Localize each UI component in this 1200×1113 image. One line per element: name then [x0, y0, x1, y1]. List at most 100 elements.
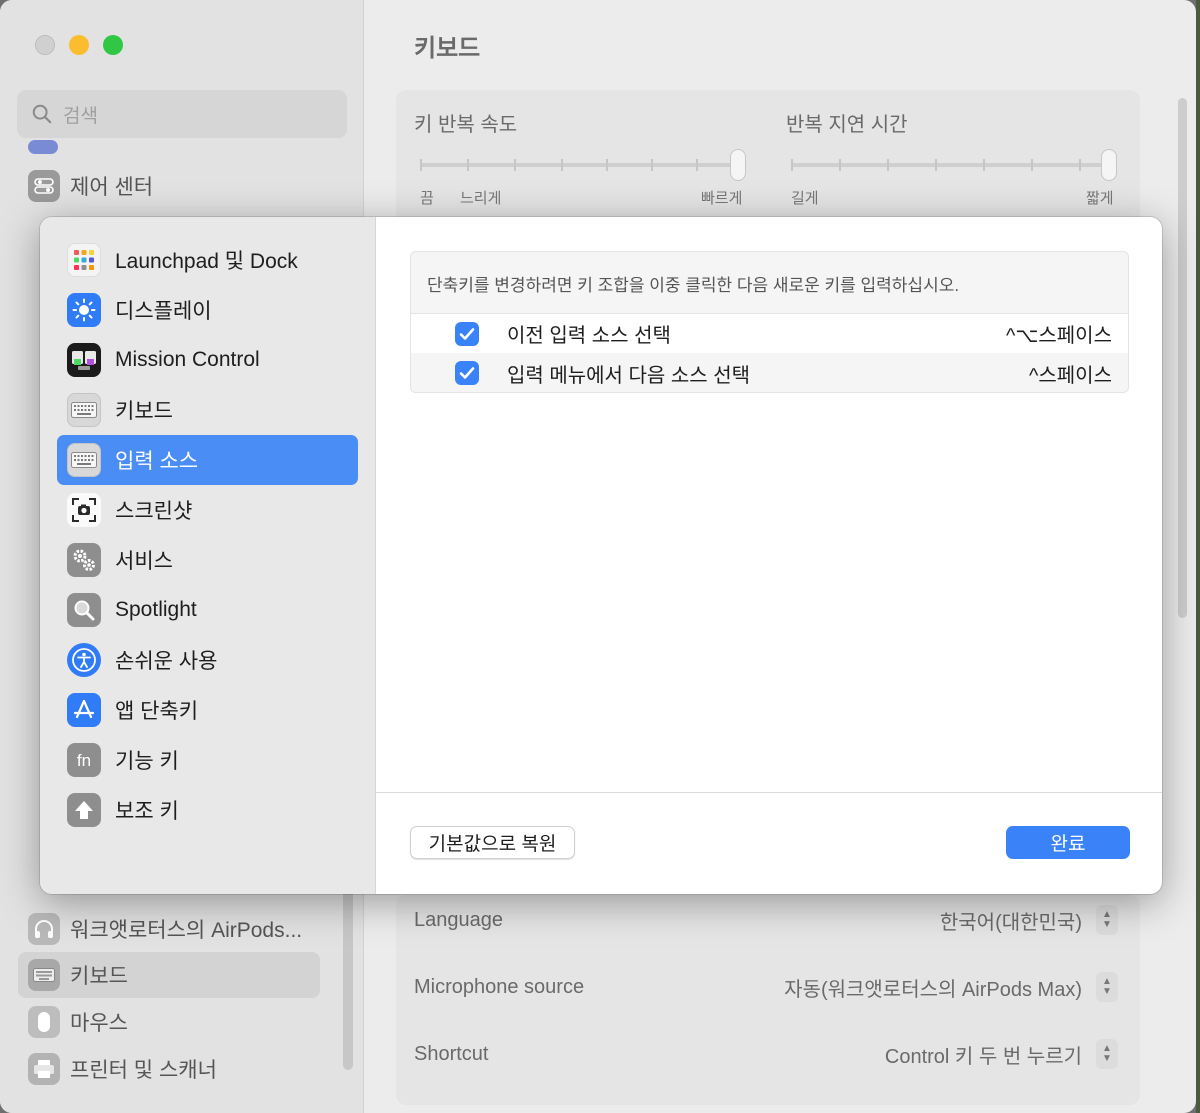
- keyboard-icon: [67, 393, 101, 427]
- sidebar-item-keyboard[interactable]: 키보드: [18, 952, 320, 998]
- search-placeholder: 검색: [63, 105, 98, 127]
- key-repeat-card: 키 반복 속도 반복 지연 시간 끔 느리게 빠르게 길게 짧게: [396, 90, 1140, 230]
- row-value: Control 키 두 번 누르기: [884, 1045, 1082, 1068]
- category-label: 디스플레이: [115, 300, 212, 323]
- shortcut-table: 단축키를 변경하려면 키 조합을 이중 클릭한 다음 새로운 키를 입력하십시오…: [410, 251, 1129, 393]
- window-controls: [35, 35, 123, 55]
- category-label: Mission Control: [115, 348, 260, 371]
- shortcut-category-list: Launchpad 및 Dock 디스플레이 Mission Control 키…: [40, 217, 376, 894]
- category-keyboard[interactable]: 키보드: [57, 385, 358, 435]
- sidebar-item-control-center[interactable]: 제어 센터: [18, 163, 320, 209]
- row-label: Language: [414, 908, 503, 931]
- scale-label: 짧게: [1086, 190, 1114, 207]
- category-label: 서비스: [115, 550, 173, 573]
- app-store-icon: [67, 693, 101, 727]
- input-sources-icon: [67, 443, 101, 477]
- language-row[interactable]: Language 한국어(대한민국) ▲ ▼: [414, 895, 1118, 945]
- row-value: 자동(워크앳로터스의 AirPods Max): [784, 978, 1082, 1001]
- microphone-source-row[interactable]: Microphone source 자동(워크앳로터스의 AirPods Max…: [414, 962, 1118, 1012]
- checkmark-icon: [459, 367, 475, 379]
- shortcut-row[interactable]: Shortcut Control 키 두 번 누르기 ▲ ▼: [414, 1029, 1118, 1079]
- services-icon: [67, 543, 101, 577]
- desktop-edge: [1196, 0, 1200, 1113]
- popup-stepper-icon[interactable]: ▲ ▼: [1096, 1039, 1118, 1069]
- category-label: Launchpad 및 Dock: [115, 250, 298, 273]
- row-value: 한국어(대한민국): [939, 911, 1082, 934]
- repeat-delay-label: 반복 지연 시간: [786, 114, 908, 136]
- accessibility-icon: [67, 643, 101, 677]
- category-label: 스크린샷: [115, 500, 193, 523]
- category-label: 키보드: [115, 400, 173, 423]
- key-repeat-label: 키 반복 속도: [414, 114, 518, 136]
- shortcut-keys[interactable]: ^⌥스페이스: [1006, 319, 1112, 348]
- shortcut-detail-pane: 단축키를 변경하려면 키 조합을 이중 클릭한 다음 새로운 키를 입력하십시오…: [376, 217, 1162, 894]
- headphones-icon: [28, 913, 60, 945]
- zoom-window-button[interactable]: [103, 35, 123, 55]
- sidebar-item-mouse[interactable]: 마우스: [18, 999, 320, 1045]
- sidebar-item-label: 워크앳로터스의 AirPods...: [70, 919, 303, 942]
- svg-text:fn: fn: [77, 751, 91, 770]
- sidebar-item-label: 키보드: [70, 965, 128, 988]
- dictation-settings: Language 한국어(대한민국) ▲ ▼ Microphone source 자…: [396, 895, 1140, 1105]
- category-modifier-keys[interactable]: 보조 키: [57, 785, 358, 835]
- category-label: Spotlight: [115, 598, 197, 621]
- category-mission-control[interactable]: Mission Control: [57, 335, 358, 385]
- scale-label: 끔: [420, 190, 434, 207]
- scale-label: 느리게: [460, 190, 502, 207]
- sidebar-item-label: 마우스: [70, 1012, 128, 1035]
- category-services[interactable]: 서비스: [57, 535, 358, 585]
- category-launchpad-dock[interactable]: Launchpad 및 Dock: [57, 235, 358, 285]
- close-window-button[interactable]: [35, 35, 55, 55]
- category-function-keys[interactable]: fn 기능 키: [57, 735, 358, 785]
- search-field[interactable]: 검색: [17, 90, 347, 138]
- launchpad-icon: [67, 243, 101, 277]
- spotlight-icon: [67, 593, 101, 627]
- sidebar-item-label: 제어 센터: [70, 176, 154, 199]
- keyboard-shortcuts-sheet: Launchpad 및 Dock 디스플레이 Mission Control 키…: [40, 217, 1162, 894]
- category-screenshot[interactable]: 스크린샷: [57, 485, 358, 535]
- popup-stepper-icon[interactable]: ▲ ▼: [1096, 972, 1118, 1002]
- category-label: 보조 키: [115, 800, 179, 823]
- sidebar-item-airpods[interactable]: 워크앳로터스의 AirPods...: [18, 906, 320, 952]
- done-button[interactable]: 완료: [1006, 826, 1130, 859]
- category-accessibility[interactable]: 손쉬운 사용: [57, 635, 358, 685]
- screenshot-icon: [67, 493, 101, 527]
- mouse-icon: [28, 1006, 60, 1038]
- restore-defaults-button[interactable]: 기본값으로 복원: [410, 826, 575, 859]
- row-label: Microphone source: [414, 975, 585, 998]
- category-input-sources[interactable]: 입력 소스: [57, 435, 358, 485]
- table-row[interactable]: 이전 입력 소스 선택 ^⌥스페이스: [411, 313, 1128, 353]
- category-label: 손쉬운 사용: [115, 650, 218, 673]
- sidebar-item-label: 프린터 및 스캐너: [70, 1059, 217, 1082]
- partial-icon: [28, 140, 58, 154]
- category-label: 입력 소스: [115, 450, 199, 473]
- category-spotlight[interactable]: Spotlight: [57, 585, 358, 635]
- sidebar-scrollbar[interactable]: [343, 880, 353, 1070]
- scale-label: 빠르게: [701, 190, 743, 207]
- shortcut-keys[interactable]: ^스페이스: [1029, 359, 1112, 388]
- search-icon: [32, 104, 52, 124]
- shortcut-name: 입력 메뉴에서 다음 소스 선택: [507, 364, 751, 387]
- instruction-text: 단축키를 변경하려면 키 조합을 이중 클릭한 다음 새로운 키를 입력하십시오…: [427, 276, 960, 295]
- minimize-window-button[interactable]: [69, 35, 89, 55]
- table-row[interactable]: 입력 메뉴에서 다음 소스 선택 ^스페이스: [411, 353, 1128, 392]
- modifier-key-icon: [67, 793, 101, 827]
- row-label: Shortcut: [414, 1042, 489, 1065]
- checkmark-icon: [459, 327, 475, 340]
- control-center-icon: [28, 170, 60, 202]
- category-label: 앱 단축키: [115, 700, 199, 723]
- enable-shortcut-checkbox[interactable]: [455, 321, 479, 346]
- key-repeat-slider-knob[interactable]: [730, 149, 746, 181]
- sidebar-item-printers[interactable]: 프린터 및 스캐너: [18, 1046, 320, 1092]
- mission-control-icon: [67, 343, 101, 377]
- footer-divider: [376, 792, 1162, 793]
- enable-shortcut-checkbox[interactable]: [455, 361, 479, 385]
- display-icon: [67, 293, 101, 327]
- main-scrollbar[interactable]: [1178, 98, 1187, 618]
- category-app-shortcuts[interactable]: 앱 단축키: [57, 685, 358, 735]
- fn-icon: fn: [67, 743, 101, 777]
- popup-stepper-icon[interactable]: ▲ ▼: [1096, 905, 1118, 935]
- page-title: 키보드: [414, 35, 481, 62]
- repeat-delay-slider-knob[interactable]: [1101, 149, 1117, 181]
- category-display[interactable]: 디스플레이: [57, 285, 358, 335]
